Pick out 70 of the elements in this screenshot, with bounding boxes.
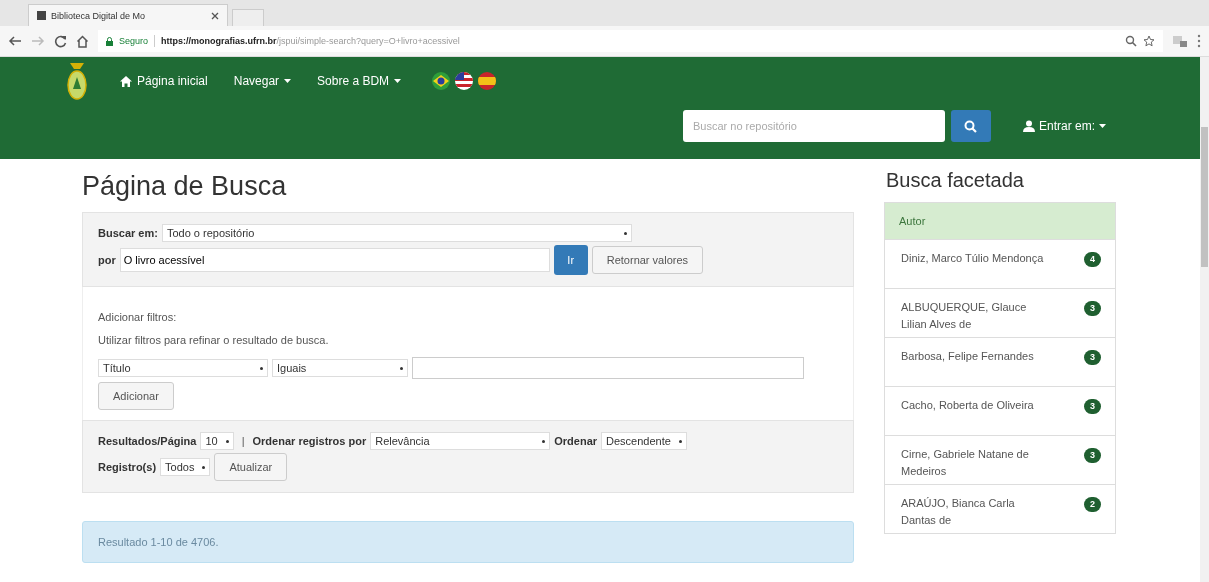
nav-link[interactable]: Página inicial [120, 74, 208, 88]
order-dropdown[interactable]: Descendente [601, 432, 687, 450]
count-badge: 3 [1084, 301, 1101, 316]
lock-icon [106, 36, 113, 46]
count-badge: 4 [1084, 252, 1101, 267]
filter-value-field[interactable] [412, 357, 804, 379]
facet-item[interactable]: ARAÚJO, Bianca Carla Dantas de 2 [885, 484, 1115, 533]
reset-button[interactable]: Retornar valores [591, 246, 704, 274]
field-dropdown[interactable]: Título [98, 359, 268, 377]
update-button[interactable]: Atualizar [214, 453, 288, 481]
facet-item[interactable]: Cirne, Gabriele Natane de Medeiros 3 [885, 435, 1115, 484]
secure-label: Seguro [119, 36, 149, 46]
close-icon[interactable] [211, 11, 219, 20]
address-bar[interactable]: Seguro https://monografias.ufrn.br/jspui/simple-search?query=O+livro+acessivel [98, 30, 1163, 52]
field-label: por [98, 254, 116, 266]
add-filter-button[interactable]: Adicionar [98, 382, 174, 410]
operator-dropdown[interactable]: Iguais [272, 359, 408, 377]
field-label: Registro(s) [98, 461, 157, 473]
separator: | [241, 435, 245, 447]
facet-item[interactable]: ALBUQUERQUE, Glauce Lilian Alves de 3 [885, 288, 1115, 337]
caret-icon [1099, 124, 1106, 128]
url-text: https://monografias.ufrn.br/jspui/simple-search?query=O+livro+acessivel [161, 36, 460, 46]
facet-item[interactable]: Diniz, Marco Túlio Mendonça 4 [885, 239, 1115, 288]
sort-by-dropdown[interactable]: Relevância [370, 432, 551, 450]
scrollbar[interactable] [1200, 57, 1209, 582]
facet-item[interactable]: Barbosa, Felipe Fernandes 3 [885, 337, 1115, 386]
field-label: Ordenar registros por [252, 435, 367, 447]
count-badge: 3 [1084, 350, 1101, 365]
facet-item[interactable]: Cacho, Roberta de Oliveira 3 [885, 386, 1115, 435]
field-label: Buscar em: [98, 227, 158, 239]
user-icon [1023, 120, 1035, 132]
field-label: Ordenar [554, 435, 598, 447]
extension-icon[interactable] [1172, 34, 1188, 48]
home-icon [120, 75, 132, 87]
count-badge: 2 [1084, 497, 1101, 512]
caret-icon [284, 79, 292, 83]
menu-icon[interactable] [1197, 34, 1201, 48]
home-icon[interactable] [76, 34, 89, 48]
nav-link[interactable]: Navegar [233, 74, 292, 88]
facet-heading: Autor [885, 203, 1115, 239]
scrollbar-thumb[interactable] [1201, 127, 1208, 267]
facets-title: Busca facetada [886, 169, 1025, 192]
caret-icon [394, 79, 402, 83]
field-label: Resultados/Página [98, 435, 197, 447]
usa-flag-icon[interactable] [454, 71, 475, 91]
browser-tab[interactable]: Biblioteca Digital de Mo [28, 4, 228, 26]
back-icon[interactable] [8, 35, 22, 47]
zoom-icon[interactable] [1125, 35, 1137, 47]
shield-logo-icon[interactable] [66, 61, 88, 101]
results-summary: Resultado 1-10 de 4706. [98, 536, 219, 548]
count-badge: 3 [1084, 448, 1101, 463]
site-icon [37, 11, 46, 20]
spain-flag-icon[interactable] [477, 71, 498, 91]
records-dropdown[interactable]: Todos [160, 458, 211, 476]
query-field[interactable]: O livro acessível [119, 248, 550, 272]
page-title: Página de Busca [82, 171, 288, 202]
per-page-dropdown[interactable]: 10 [200, 432, 234, 450]
search-button[interactable] [951, 110, 991, 142]
search-icon [964, 119, 978, 133]
go-button[interactable]: Ir [553, 245, 588, 275]
star-icon[interactable] [1143, 35, 1155, 47]
reload-icon[interactable] [54, 34, 67, 48]
login-menu[interactable]: Entrar em: [1023, 119, 1106, 133]
brazil-flag-icon[interactable] [431, 71, 452, 91]
repository-search-field[interactable]: Buscar no repositório [683, 110, 945, 142]
scope-dropdown[interactable]: Todo o repositório [161, 224, 632, 242]
count-badge: 3 [1084, 399, 1101, 414]
filters-hint: Utilizar filtros para refinar o resultado de busca. [98, 334, 330, 346]
filters-heading: Adicionar filtros: [98, 311, 178, 323]
nav-link[interactable]: Sobre a BDM [317, 74, 402, 88]
